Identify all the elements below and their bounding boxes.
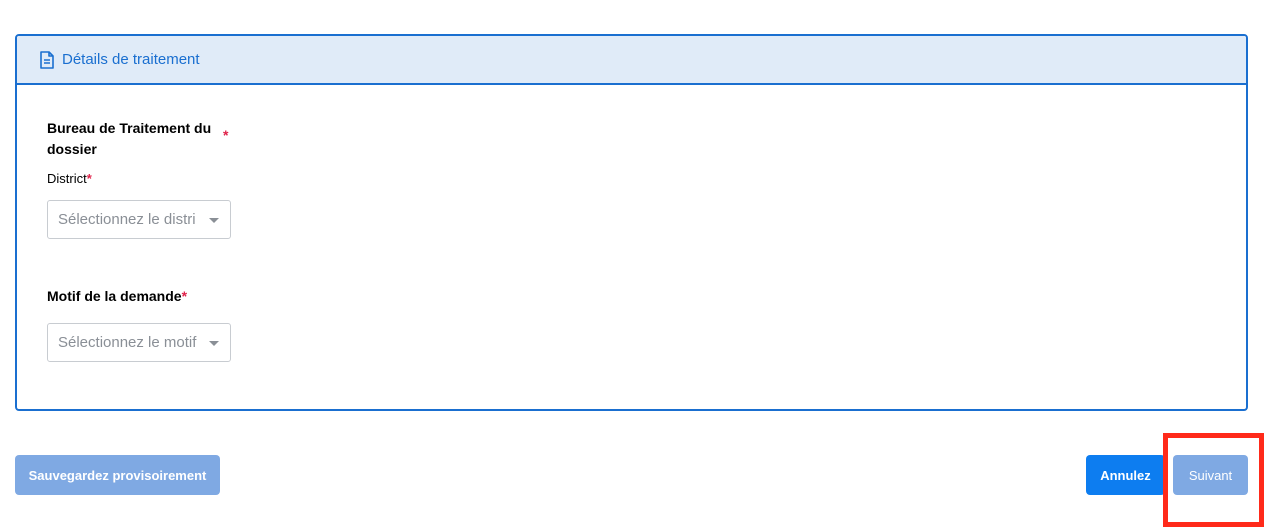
motif-select[interactable]: Sélectionnez le motif bbox=[47, 323, 231, 362]
caret-down-icon bbox=[209, 218, 219, 223]
required-mark: * bbox=[86, 171, 92, 186]
cancel-button[interactable]: Annulez bbox=[1086, 455, 1165, 495]
card-title: Détails de traitement bbox=[62, 51, 200, 68]
required-mark: * bbox=[181, 288, 188, 304]
details-card: Détails de traitement Bureau de Traiteme… bbox=[15, 34, 1248, 411]
motif-title-text: Motif de la demande bbox=[47, 288, 182, 304]
save-draft-button[interactable]: Sauvegardez provisoirement bbox=[15, 455, 220, 495]
district-label: District* bbox=[47, 171, 92, 186]
bureau-section-title: Bureau de Traitement du dossier * bbox=[47, 118, 247, 160]
caret-down-icon bbox=[209, 341, 219, 346]
required-mark: * bbox=[223, 127, 229, 143]
document-icon bbox=[39, 50, 55, 69]
bureau-title-text: Bureau de Traitement du dossier bbox=[47, 120, 212, 157]
district-label-text: District bbox=[47, 171, 87, 186]
motif-section-title: Motif de la demande* bbox=[47, 286, 187, 307]
district-select[interactable]: Sélectionnez le distri bbox=[47, 200, 231, 239]
card-header: Détails de traitement bbox=[17, 36, 1246, 85]
motif-select-placeholder: Sélectionnez le motif bbox=[58, 334, 197, 351]
district-select-placeholder: Sélectionnez le distri bbox=[58, 211, 196, 228]
next-button[interactable]: Suivant bbox=[1173, 455, 1248, 495]
